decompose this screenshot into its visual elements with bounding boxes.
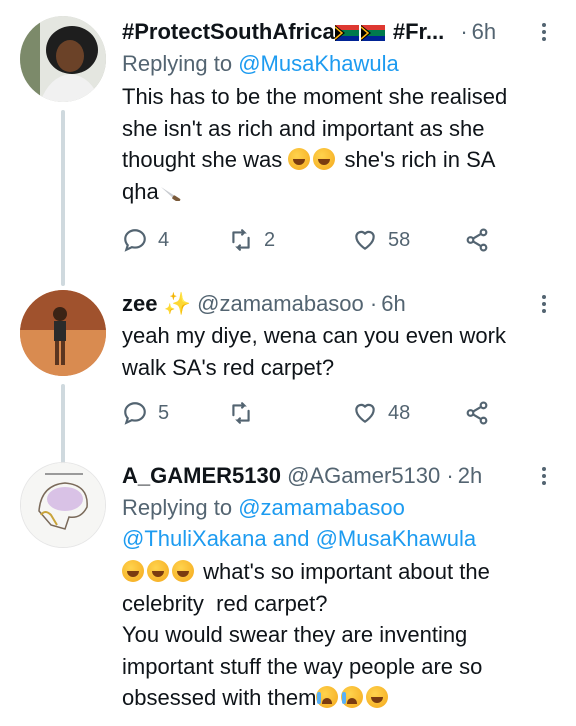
like-icon: [355, 403, 375, 423]
retweet-icon: [232, 402, 250, 424]
tweet-text-line: obsessed with them: [122, 685, 317, 710]
thread-line: [61, 110, 65, 286]
share-button[interactable]: [464, 398, 490, 428]
reply-icon: [124, 229, 146, 252]
avatar[interactable]: [20, 462, 106, 548]
retweet-button[interactable]: 2: [228, 225, 275, 255]
tweet-text: yeah my diye, wena can you even work wal…: [122, 320, 556, 383]
avatar-image: [20, 16, 106, 102]
mention-link[interactable]: @MusaKhawula: [238, 51, 399, 76]
reply-count: 5: [158, 401, 170, 424]
rofl-emoji-icon: [122, 560, 144, 582]
crying-emoji-icon: [341, 686, 364, 708]
mention-link[interactable]: @ThuliXakana: [122, 526, 267, 551]
tweet-text-line: qha: [122, 178, 159, 204]
author-handle[interactable]: @AGamer5130: [287, 463, 440, 488]
separator-dot: ·: [446, 463, 454, 488]
retweet-button[interactable]: [228, 398, 264, 428]
avatar[interactable]: [20, 16, 106, 102]
tweet-text-line: This has to be the moment she realised: [122, 84, 508, 109]
reply-button[interactable]: 5: [122, 398, 169, 428]
timestamp[interactable]: 6h: [472, 19, 496, 44]
rofl-emoji-icon: [147, 560, 169, 582]
tweet-text-line: You would swear they are inventing: [122, 622, 468, 647]
more-icon[interactable]: [532, 460, 556, 492]
south-africa-flag-icon: [334, 25, 359, 41]
tweet-1[interactable]: #ProtectSouthAfrica #Fr... · 6h Replying …: [0, 0, 576, 286]
author-name[interactable]: #ProtectSouthAfrica: [122, 19, 335, 44]
like-count: 58: [388, 228, 411, 251]
tweet-text-line: what's so important about the: [203, 559, 490, 584]
author-name[interactable]: A_GAMER5130: [122, 463, 281, 488]
author-handle[interactable]: @zamamabasoo: [197, 291, 364, 316]
retweet-count: 2: [264, 228, 276, 251]
author-name[interactable]: zee: [122, 291, 157, 316]
avatar[interactable]: [20, 290, 106, 376]
mention-link[interactable]: @zamamabasoo: [238, 495, 405, 520]
timestamp[interactable]: 6h: [381, 291, 405, 316]
sparkles-emoji-icon: ✨: [163, 291, 192, 316]
avatar-image: [20, 290, 106, 376]
reply-button[interactable]: 4: [122, 225, 169, 255]
replying-to: Replying to @MusaKhawula: [122, 48, 556, 79]
tweet-text-line: she's rich in SA: [344, 147, 496, 172]
share-icon: [466, 228, 488, 252]
like-button[interactable]: 58: [352, 225, 410, 255]
rofl-emoji-icon: [313, 148, 336, 170]
tweet-text: This has to be the moment she realised s…: [122, 81, 556, 207]
separator-dot: ·: [369, 291, 378, 316]
reply-icon: [124, 402, 146, 425]
tweet-3[interactable]: A_GAMER5130 @AGamer5130 · 2h Replying to …: [0, 456, 576, 726]
tweet-text: what's so important about the celebrity …: [122, 556, 556, 714]
share-button[interactable]: [464, 225, 490, 255]
like-count: 48: [388, 401, 411, 424]
replying-prefix: Replying to: [122, 495, 239, 520]
knife-emoji-icon: [160, 186, 181, 201]
more-icon[interactable]: [532, 288, 556, 320]
reply-count: 4: [158, 228, 170, 251]
tweet-text-line: thought she was: [122, 147, 283, 172]
tweet-text-line: walk SA's red carpet?: [122, 354, 335, 380]
mention-link[interactable]: @MusaKhawula: [316, 526, 477, 551]
tweet-text-line: celebrity red carpet?: [122, 590, 328, 616]
more-icon[interactable]: [532, 16, 556, 48]
replying-to: Replying to @zamamabasoo @ThuliXakana an…: [122, 492, 556, 554]
timestamp[interactable]: 2h: [458, 463, 482, 488]
avatar-image: [21, 463, 105, 547]
like-icon: [355, 230, 375, 250]
retweet-icon: [232, 229, 250, 251]
rofl-emoji-icon: [288, 148, 311, 170]
share-icon: [466, 401, 488, 425]
tweet-text-line: she isn't as rich and important as she: [122, 115, 485, 141]
crying-emoji-icon: [316, 686, 339, 708]
separator-dot: ·: [460, 19, 468, 44]
tweet-text-line: important stuff the way people are so: [122, 653, 483, 679]
like-button[interactable]: 48: [352, 398, 410, 428]
tweet-text-line: yeah my diye, wena can you even work: [122, 323, 506, 348]
replying-prefix: Replying to: [122, 51, 239, 76]
tweet-2[interactable]: zee ✨ @zamamabasoo · 6h yeah my diye, wen…: [0, 286, 576, 466]
thread-line: [61, 384, 65, 466]
author-name-rest[interactable]: #Fr...: [387, 19, 444, 44]
south-africa-flag-icon: [360, 25, 385, 41]
rofl-emoji-icon: [172, 560, 194, 582]
replying-and: and: [266, 526, 316, 551]
rofl-emoji-icon: [366, 686, 389, 708]
